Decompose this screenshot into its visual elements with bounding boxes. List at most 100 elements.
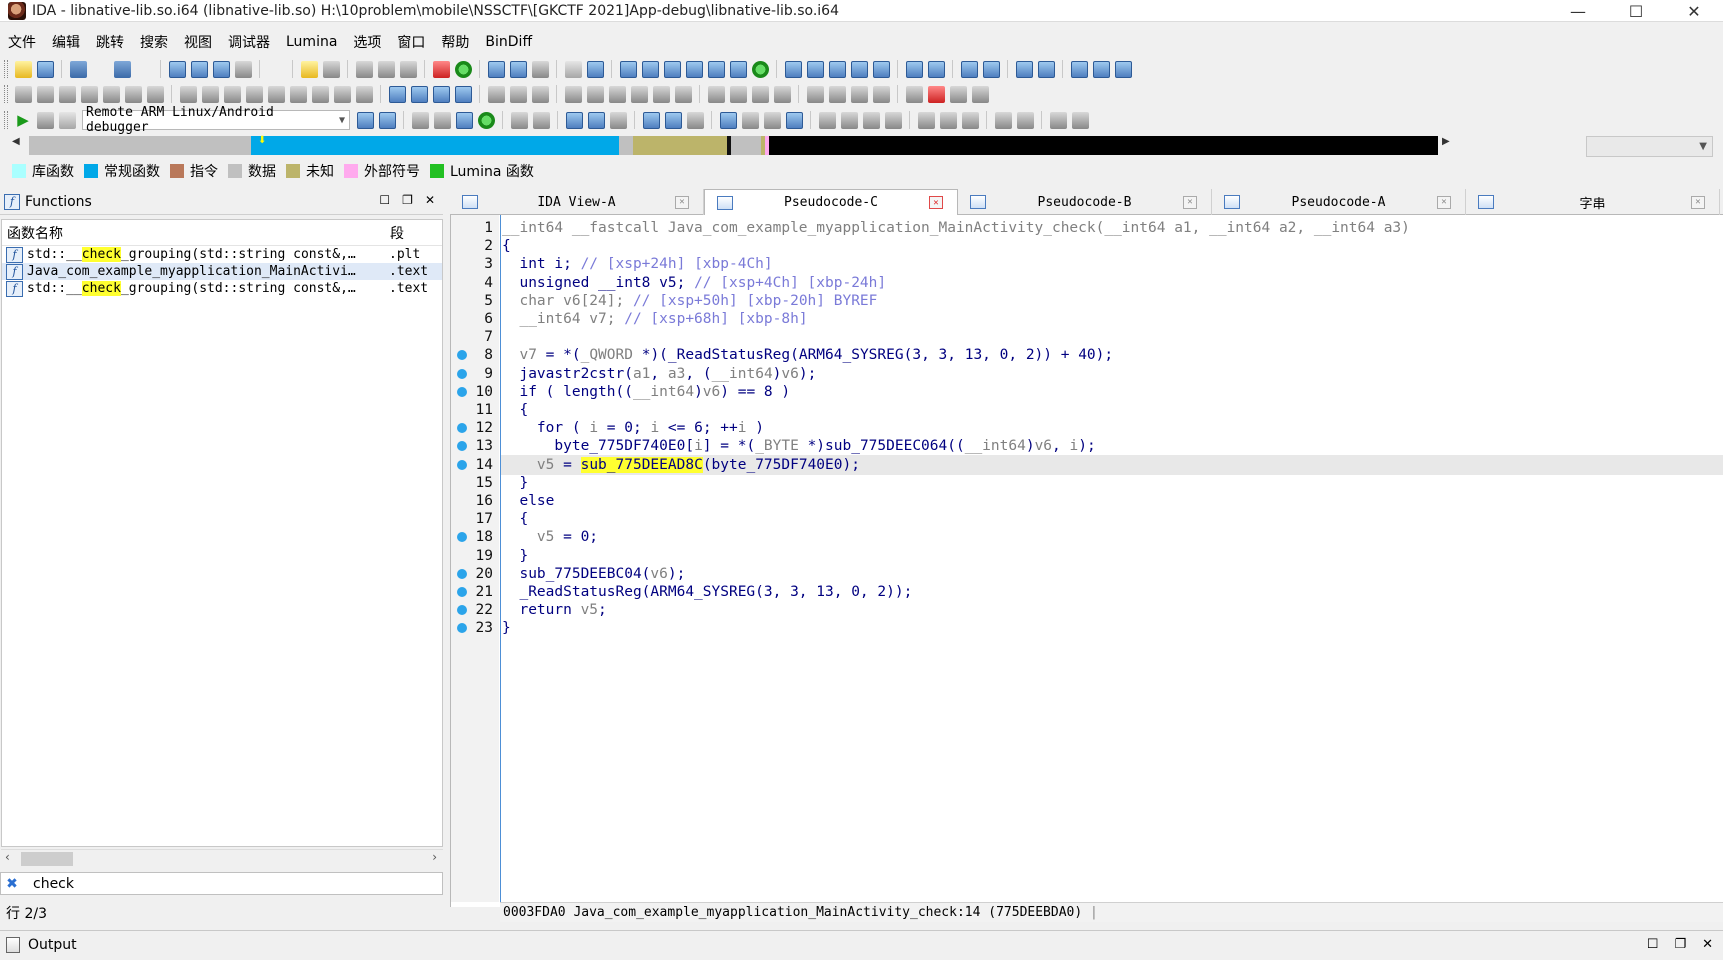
toolbar-icon[interactable] — [828, 85, 846, 103]
toolbar-icon[interactable] — [862, 111, 880, 129]
debugger-select[interactable]: Remote ARM Linux/Android debugger ▼ — [82, 105, 350, 135]
toolbar-icon[interactable] — [58, 85, 76, 103]
code-line[interactable]: javastr2cstr(a1, a3, (__int64)v6); — [501, 364, 1723, 384]
nav-left-arrow-icon[interactable]: ◀ — [12, 136, 20, 147]
toolbar-icon[interactable] — [961, 111, 979, 129]
toolbar-icon[interactable] — [586, 85, 604, 103]
toolbar-icon[interactable] — [399, 60, 417, 78]
toolbar-icon[interactable] — [113, 60, 131, 78]
toolbar-icon[interactable] — [939, 111, 957, 129]
toolbar-icon[interactable] — [432, 85, 450, 103]
toolbar-icon[interactable] — [179, 85, 197, 103]
toolbar-icon[interactable] — [927, 60, 945, 78]
toolbar-icon[interactable] — [652, 85, 670, 103]
code-line[interactable]: v7 = *(_QWORD *)(_ReadStatusReg(ARM64_SY… — [501, 345, 1723, 365]
toolbar-icon[interactable] — [994, 111, 1012, 129]
toolbar-icon[interactable] — [872, 85, 890, 103]
toolbar-icon[interactable] — [630, 85, 648, 103]
toolbar-icon[interactable] — [234, 60, 252, 78]
toolbar-icon[interactable] — [784, 60, 802, 78]
toolbar-icon[interactable] — [268, 61, 285, 78]
toolbar-icon[interactable] — [146, 85, 164, 103]
toolbar-grip[interactable] — [4, 60, 8, 78]
start-debugger-icon[interactable]: ▶ — [15, 111, 32, 129]
menu-item-1[interactable]: 编辑 — [44, 32, 88, 52]
functions-hscrollbar[interactable]: ‹ › — [1, 849, 443, 867]
toolbar-icon[interactable] — [641, 60, 659, 78]
toolbar-icon[interactable] — [289, 85, 307, 103]
toolbar-icon[interactable] — [1015, 60, 1033, 78]
toolbar-icon[interactable] — [201, 85, 219, 103]
code-line[interactable] — [501, 327, 1723, 347]
menu-item-3[interactable]: 搜索 — [132, 32, 176, 52]
toolbar-icon[interactable] — [80, 85, 98, 103]
toolbar-icon[interactable] — [300, 60, 318, 78]
scroll-left-icon[interactable]: ‹ — [5, 850, 10, 864]
toolbar-icon[interactable] — [1049, 111, 1067, 129]
nav-right-arrow-icon[interactable]: ▶ — [1442, 136, 1450, 147]
code-line[interactable]: int i; // [xsp+24h] [xbp-4Ch] — [501, 254, 1723, 274]
toolbar-icon[interactable] — [531, 60, 549, 78]
tab--[interactable]: 字串 ✕ — [1466, 189, 1720, 215]
tab-close-icon[interactable]: ✕ — [1183, 195, 1197, 209]
toolbar-icon[interactable] — [432, 60, 450, 78]
toolbar-icon[interactable] — [454, 60, 472, 78]
toolbar-grip[interactable] — [4, 85, 8, 103]
toolbar-icon[interactable] — [102, 85, 120, 103]
function-row[interactable]: f std::__check_grouping(std::string const… — [2, 246, 442, 263]
close-panel-icon[interactable]: ✕ — [1702, 937, 1713, 952]
toolbar-icon[interactable] — [927, 85, 945, 103]
close-window-button[interactable]: ✕ — [1665, 0, 1723, 22]
stop-icon[interactable] — [58, 111, 76, 129]
close-panel-icon[interactable]: ✕ — [425, 193, 435, 207]
toolbar-icon[interactable] — [245, 85, 263, 103]
maximize-button[interactable]: ☐ — [1607, 0, 1665, 22]
toolbar-icon[interactable] — [773, 85, 791, 103]
toolbar-icon[interactable] — [840, 111, 858, 129]
toolbar-icon[interactable] — [454, 85, 472, 103]
scroll-right-icon[interactable]: › — [432, 850, 437, 864]
menu-item-6[interactable]: Lumina — [278, 34, 345, 50]
toolbar-icon[interactable] — [828, 60, 846, 78]
toolbar-icon[interactable] — [818, 111, 836, 129]
toolbar-icon[interactable] — [587, 111, 605, 129]
clear-filter-icon[interactable]: ✖ — [1, 876, 23, 892]
toolbar-icon[interactable] — [707, 85, 725, 103]
code-line[interactable]: } — [501, 546, 1723, 566]
toolbar-icon[interactable] — [609, 111, 627, 129]
code-line[interactable]: char v6[24]; // [xsp+50h] [xbp-20h] BYRE… — [501, 291, 1723, 311]
code-line[interactable]: v5 = sub_775DEEAD8C(byte_775DF740E0); — [501, 454, 1723, 475]
toolbar-icon[interactable] — [378, 111, 396, 129]
toolbar-icon[interactable] — [487, 60, 505, 78]
code-line[interactable]: } — [501, 473, 1723, 493]
code-line[interactable]: if ( length((__int64)v6) == 8 ) — [501, 382, 1723, 402]
col-function-name[interactable]: 函数名称 — [2, 223, 386, 243]
toolbar-icon[interactable] — [565, 111, 583, 129]
toolbar-icon[interactable] — [850, 85, 868, 103]
menu-item-4[interactable]: 视图 — [176, 32, 220, 52]
toolbar-icon[interactable] — [664, 111, 682, 129]
toolbar-icon[interactable] — [642, 111, 660, 129]
toolbar-icon[interactable] — [212, 60, 230, 78]
toolbar-icon[interactable] — [685, 60, 703, 78]
tab-pseudocode-c[interactable]: Pseudocode-C ✕ — [704, 189, 958, 215]
tab-close-icon[interactable]: ✕ — [1691, 195, 1705, 209]
breakpoint-dot-icon[interactable] — [457, 568, 467, 579]
function-row[interactable]: f std::__check_grouping(std::string const… — [2, 280, 442, 297]
menu-item-2[interactable]: 跳转 — [88, 32, 132, 52]
toolbar-icon[interactable] — [509, 85, 527, 103]
pause-icon[interactable] — [36, 111, 54, 129]
toolbar-icon[interactable] — [674, 85, 692, 103]
toolbar-icon[interactable] — [564, 60, 582, 78]
toolbar-icon[interactable] — [850, 60, 868, 78]
toolbar-icon[interactable] — [905, 85, 923, 103]
toolbar-icon[interactable] — [949, 85, 967, 103]
toolbar-icon[interactable] — [608, 85, 626, 103]
toolbar-icon[interactable] — [433, 111, 451, 129]
tab-pseudocode-a[interactable]: Pseudocode-A ✕ — [1212, 189, 1466, 215]
toolbar-icon[interactable] — [729, 60, 747, 78]
toolbar-icon[interactable] — [741, 111, 759, 129]
breakpoint-dot-icon[interactable] — [457, 368, 467, 379]
toolbar-icon[interactable] — [509, 60, 527, 78]
toolbar-icon[interactable] — [356, 111, 374, 129]
